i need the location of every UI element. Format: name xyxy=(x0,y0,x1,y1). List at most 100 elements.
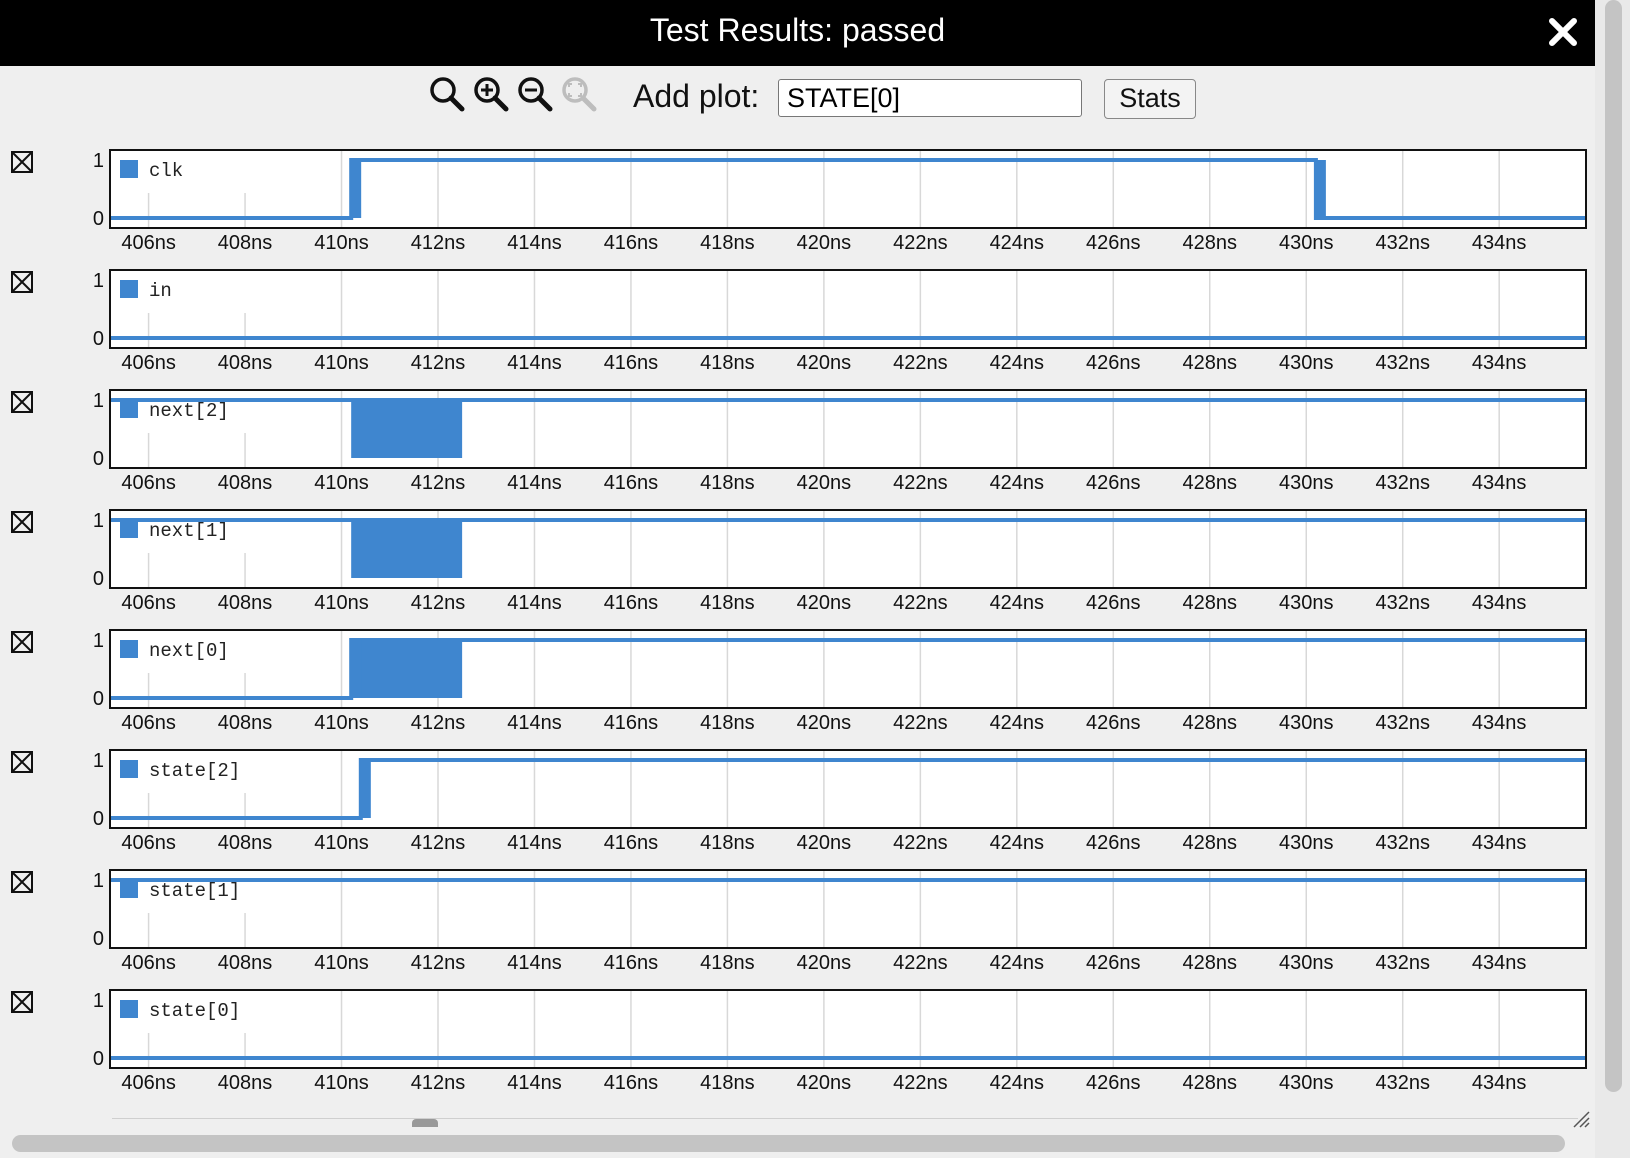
waveform-chart: 406ns 408ns 410ns 412ns 414ns 416ns 418ns 420ns… xyxy=(93,989,1587,1094)
zoom-fit-icon xyxy=(562,77,597,112)
legend-swatch xyxy=(120,640,138,658)
legend-swatch xyxy=(120,880,138,898)
x-tick-label: 424ns xyxy=(990,592,1044,614)
x-tick-label: 424ns xyxy=(990,712,1044,734)
x-tick-label: 430ns xyxy=(1279,472,1334,494)
remove-plot-icon[interactable] xyxy=(10,870,34,894)
x-tick-label: 414ns xyxy=(507,952,562,974)
x-tick-label: 426ns xyxy=(1086,232,1141,254)
x-tick-label: 412ns xyxy=(411,952,466,974)
x-tick-label: 418ns xyxy=(700,832,755,854)
remove-plot-icon[interactable] xyxy=(10,630,34,654)
x-tick-label: 430ns xyxy=(1279,1072,1334,1094)
x-tick-label: 426ns xyxy=(1086,952,1141,974)
x-tick-label: 420ns xyxy=(797,592,852,614)
plot-scroll-thumb[interactable] xyxy=(412,1119,438,1127)
horizontal-scrollbar[interactable] xyxy=(12,1135,1565,1152)
x-tick-label: 412ns xyxy=(411,352,466,374)
x-tick-label: 428ns xyxy=(1183,1072,1238,1094)
plot-row: 406ns 408ns 410ns 412ns 414ns 416ns 418ns 420ns… xyxy=(0,509,1595,630)
x-tick-label: 426ns xyxy=(1086,712,1141,734)
remove-plot-icon[interactable] xyxy=(10,750,34,774)
remove-plot-icon[interactable] xyxy=(10,990,34,1014)
remove-plot-icon[interactable] xyxy=(10,270,34,294)
y-tick-label: 1 xyxy=(93,390,104,412)
x-tick-label: 418ns xyxy=(700,952,755,974)
x-tick-label: 420ns xyxy=(797,352,852,374)
x-tick-label: 430ns xyxy=(1279,232,1334,254)
x-tick-label: 410ns xyxy=(314,1072,369,1094)
x-tick-label: 414ns xyxy=(507,352,562,374)
resize-grip-icon[interactable] xyxy=(1572,1110,1590,1128)
add-plot-input[interactable] xyxy=(778,79,1082,117)
x-tick-label: 416ns xyxy=(604,832,659,854)
y-tick-label: 0 xyxy=(93,448,104,470)
x-tick-label: 432ns xyxy=(1375,1072,1430,1094)
x-tick-label: 428ns xyxy=(1183,712,1238,734)
legend-label: state[2] xyxy=(149,760,240,782)
x-tick-label: 428ns xyxy=(1183,352,1238,374)
x-tick-label: 416ns xyxy=(604,712,659,734)
x-tick-label: 426ns xyxy=(1086,592,1141,614)
x-tick-label: 412ns xyxy=(411,472,466,494)
test-results-dialog: Test Results: passed Add plot: Stats 406 xyxy=(0,0,1595,1158)
x-tick-label: 414ns xyxy=(507,712,562,734)
x-tick-label: 422ns xyxy=(893,712,948,734)
waveform-chart: 406ns 408ns 410ns 412ns 414ns 416ns 418ns 420ns… xyxy=(93,869,1587,974)
x-tick-label: 432ns xyxy=(1375,352,1430,374)
close-icon[interactable] xyxy=(1545,14,1581,50)
x-tick-label: 406ns xyxy=(121,832,175,854)
y-tick-label: 1 xyxy=(93,510,104,532)
stats-button[interactable]: Stats xyxy=(1104,79,1196,119)
toolbar: Add plot: Stats xyxy=(0,74,1595,126)
remove-plot-icon[interactable] xyxy=(10,150,34,174)
x-tick-label: 418ns xyxy=(700,1072,755,1094)
x-tick-label: 420ns xyxy=(797,952,852,974)
x-tick-label: 414ns xyxy=(507,832,562,854)
x-tick-label: 414ns xyxy=(507,1072,562,1094)
undefined-region xyxy=(351,400,463,458)
x-tick-label: 426ns xyxy=(1086,1072,1141,1094)
x-tick-label: 422ns xyxy=(893,832,948,854)
zoom-reset-icon[interactable] xyxy=(427,74,467,114)
x-tick-label: 426ns xyxy=(1086,352,1141,374)
plot-row: 406ns 408ns 410ns 412ns 414ns 416ns 418ns 420ns… xyxy=(0,629,1595,750)
y-tick-label: 0 xyxy=(93,328,104,350)
y-tick-label: 1 xyxy=(93,150,104,172)
x-tick-label: 410ns xyxy=(314,832,369,854)
zoom-out-icon[interactable] xyxy=(515,74,555,114)
x-tick-label: 414ns xyxy=(507,592,562,614)
y-tick-label: 0 xyxy=(93,928,104,950)
plot-scroll-track[interactable] xyxy=(112,1118,1578,1127)
x-tick-label: 416ns xyxy=(604,232,659,254)
undefined-region xyxy=(351,520,463,578)
x-tick-label: 408ns xyxy=(218,832,273,854)
x-tick-label: 420ns xyxy=(797,472,852,494)
x-tick-label: 410ns xyxy=(314,352,369,374)
x-tick-label: 426ns xyxy=(1086,832,1141,854)
x-tick-label: 428ns xyxy=(1183,952,1238,974)
plot-row: 406ns 408ns 410ns 412ns 414ns 416ns 418ns 420ns… xyxy=(0,749,1595,870)
zoom-in-icon[interactable] xyxy=(471,74,511,114)
x-tick-label: 418ns xyxy=(700,472,755,494)
legend-label: next[1] xyxy=(149,520,229,542)
x-tick-label: 426ns xyxy=(1086,472,1141,494)
x-tick-label: 418ns xyxy=(700,712,755,734)
waveform-chart: 406ns 408ns 410ns 412ns 414ns 416ns 418ns 420ns… xyxy=(93,389,1587,494)
x-tick-label: 420ns xyxy=(797,232,852,254)
x-tick-label: 432ns xyxy=(1375,472,1430,494)
x-tick-label: 430ns xyxy=(1279,952,1334,974)
remove-plot-icon[interactable] xyxy=(10,510,34,534)
x-tick-label: 410ns xyxy=(314,232,369,254)
x-tick-label: 408ns xyxy=(218,952,273,974)
plot-row: 406ns 408ns 410ns 412ns 414ns 416ns 418ns 420ns… xyxy=(0,269,1595,390)
x-tick-label: 412ns xyxy=(411,1072,466,1094)
x-tick-label: 428ns xyxy=(1183,232,1238,254)
x-tick-label: 428ns xyxy=(1183,592,1238,614)
x-tick-label: 428ns xyxy=(1183,472,1238,494)
x-tick-label: 432ns xyxy=(1375,712,1430,734)
x-tick-label: 434ns xyxy=(1472,952,1527,974)
remove-plot-icon[interactable] xyxy=(10,390,34,414)
legend-swatch xyxy=(120,400,138,418)
vertical-scrollbar[interactable] xyxy=(1605,0,1622,1092)
